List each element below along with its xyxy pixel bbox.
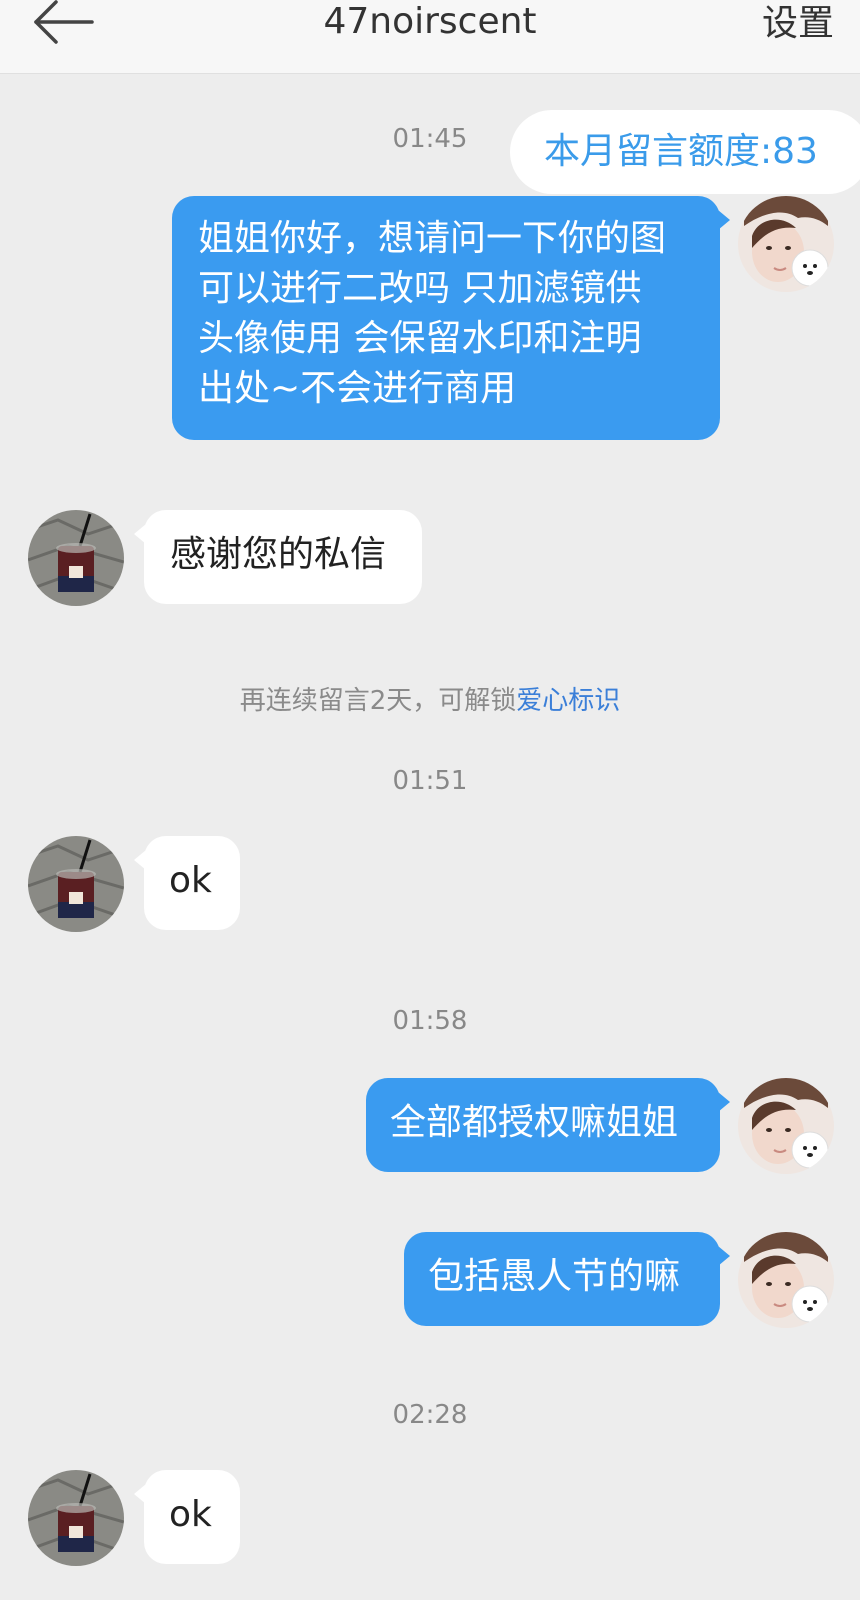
received-message-bubble[interactable]: ok	[134, 1470, 240, 1564]
contact-avatar[interactable]	[28, 510, 124, 606]
iced-drink-avatar-icon	[28, 1470, 124, 1566]
timestamp: 01:51	[392, 766, 468, 796]
message-text: ok	[169, 860, 212, 901]
received-message-bubble[interactable]: 感谢您的私信	[134, 510, 422, 604]
conversation-title: 47noirscent	[323, 1, 537, 42]
message-text: 全部都授权嘛姐姐	[390, 1102, 679, 1143]
user-avatar-icon	[738, 1232, 834, 1328]
heart-badge-link[interactable]: 爱心标识	[516, 686, 620, 716]
user-avatar-icon	[738, 1078, 834, 1174]
my-avatar[interactable]	[738, 1078, 834, 1174]
sent-message-bubble[interactable]: 包括愚人节的嘛	[404, 1232, 730, 1326]
message-text: ok	[169, 1494, 212, 1535]
contact-avatar[interactable]	[28, 836, 124, 932]
iced-drink-avatar-icon	[28, 510, 124, 606]
sent-message-bubble[interactable]: 姐姐你好，想请问一下你的图 可以进行二改吗 只加滤镜供 头像使用 会保留水印和注…	[172, 196, 730, 440]
message-text: 感谢您的私信	[170, 534, 387, 575]
received-message-bubble[interactable]: ok	[134, 836, 240, 930]
message-text: 包括愚人节的嘛	[428, 1256, 681, 1297]
timestamp: 01:45	[392, 124, 468, 154]
top-navigation-bar: 47noirscent 设置	[0, 0, 860, 74]
timestamp: 02:28	[392, 1400, 468, 1430]
settings-button[interactable]: 设置	[762, 2, 834, 46]
user-avatar-icon	[738, 196, 834, 292]
my-avatar[interactable]	[738, 196, 834, 292]
streak-unlock-notice: 再连续留言2天，可解锁爱心标识	[0, 680, 860, 717]
iced-drink-avatar-icon	[28, 836, 124, 932]
contact-avatar[interactable]	[28, 1470, 124, 1566]
timestamp: 01:58	[392, 1006, 468, 1036]
sent-message-bubble[interactable]: 全部都授权嘛姐姐	[366, 1078, 730, 1172]
my-avatar[interactable]	[738, 1232, 834, 1328]
notice-text: 再连续留言2天，可解锁	[239, 686, 517, 716]
message-text: 姐姐你好，想请问一下你的图 可以进行二改吗 只加滤镜供 头像使用 会保留水印和注…	[198, 218, 667, 409]
